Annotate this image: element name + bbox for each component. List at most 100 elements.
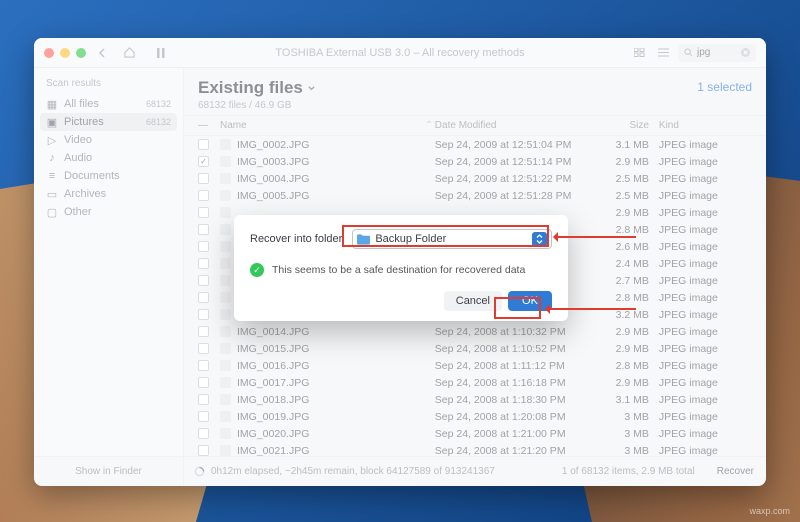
- row-checkbox[interactable]: [198, 309, 209, 320]
- sidebar-heading: Scan results: [40, 76, 177, 95]
- row-checkbox[interactable]: [198, 292, 209, 303]
- file-kind: JPEG image: [659, 343, 752, 355]
- archive-icon: ▭: [46, 188, 58, 200]
- row-checkbox[interactable]: [198, 445, 209, 456]
- table-row[interactable]: IMG_0005.JPG Sep 24, 2009 at 12:51:28 PM…: [184, 187, 766, 204]
- sidebar-item-all-files[interactable]: ▦ All files 68132: [40, 95, 177, 113]
- dialog-label: Recover into folder: [250, 233, 342, 245]
- file-size: 2.6 MB: [584, 241, 659, 253]
- search-input[interactable]: [697, 47, 737, 58]
- titlebar: TOSHIBA External USB 3.0 – All recovery …: [34, 38, 766, 68]
- file-size: 2.9 MB: [584, 377, 659, 389]
- row-checkbox[interactable]: ✓: [198, 156, 209, 167]
- column-name[interactable]: Name: [220, 120, 425, 131]
- row-checkbox[interactable]: [198, 360, 209, 371]
- sidebar-item-documents[interactable]: ≡ Documents: [40, 167, 177, 185]
- file-size: 2.9 MB: [584, 326, 659, 338]
- row-checkbox[interactable]: [198, 258, 209, 269]
- table-row[interactable]: IMG_0014.JPG Sep 24, 2008 at 1:10:32 PM …: [184, 323, 766, 340]
- row-checkbox[interactable]: [198, 207, 209, 218]
- search-field[interactable]: [678, 44, 756, 62]
- file-size: 3 MB: [584, 411, 659, 423]
- file-kind: JPEG image: [659, 156, 752, 168]
- file-date: Sep 24, 2008 at 1:11:12 PM: [435, 360, 584, 372]
- row-checkbox[interactable]: [198, 275, 209, 286]
- table-row[interactable]: IMG_0020.JPG Sep 24, 2008 at 1:21:00 PM …: [184, 425, 766, 442]
- sidebar-item-other[interactable]: ▢ Other: [40, 203, 177, 221]
- row-checkbox[interactable]: [198, 411, 209, 422]
- file-size: 2.8 MB: [584, 292, 659, 304]
- file-size: 2.4 MB: [584, 258, 659, 270]
- sidebar-item-audio[interactable]: ♪ Audio: [40, 149, 177, 167]
- back-button[interactable]: [94, 44, 112, 62]
- table-row[interactable]: IMG_0015.JPG Sep 24, 2008 at 1:10:52 PM …: [184, 340, 766, 357]
- row-checkbox[interactable]: [198, 326, 209, 337]
- list-view-icon[interactable]: [654, 44, 672, 62]
- ok-button[interactable]: OK: [508, 291, 552, 311]
- file-icon: [220, 275, 231, 286]
- row-checkbox[interactable]: [198, 428, 209, 439]
- file-name: IMG_0002.JPG: [237, 139, 309, 151]
- file-kind: JPEG image: [659, 428, 752, 440]
- column-date[interactable]: Date Modified: [435, 120, 584, 131]
- row-checkbox[interactable]: [198, 224, 209, 235]
- page-title[interactable]: Existing files: [198, 78, 316, 98]
- close-window-button[interactable]: [44, 48, 54, 58]
- row-checkbox[interactable]: [198, 377, 209, 388]
- file-icon: [220, 309, 231, 320]
- file-name: IMG_0016.JPG: [237, 360, 309, 372]
- sidebar-item-pictures[interactable]: ▣ Pictures 68132: [40, 113, 177, 131]
- folder-select[interactable]: Backup Folder: [352, 229, 552, 249]
- row-checkbox[interactable]: [198, 139, 209, 150]
- recover-dialog: Recover into folder Backup Folder ✓ This…: [234, 215, 568, 321]
- column-size[interactable]: Size: [584, 120, 659, 131]
- row-checkbox[interactable]: [198, 394, 209, 405]
- table-row[interactable]: IMG_0018.JPG Sep 24, 2008 at 1:18:30 PM …: [184, 391, 766, 408]
- footer: Show in Finder 0h12m elapsed, ~2h45m rem…: [34, 456, 766, 486]
- file-date: Sep 24, 2009 at 12:51:14 PM: [435, 156, 584, 168]
- clear-search-icon[interactable]: [741, 48, 750, 57]
- file-size: 3.1 MB: [584, 394, 659, 406]
- column-kind[interactable]: Kind: [659, 120, 752, 131]
- cancel-button[interactable]: Cancel: [444, 291, 502, 311]
- file-date: Sep 24, 2009 at 12:51:04 PM: [435, 139, 584, 151]
- file-icon: [220, 360, 231, 371]
- pause-icon[interactable]: [152, 44, 170, 62]
- table-row[interactable]: IMG_0002.JPG Sep 24, 2009 at 12:51:04 PM…: [184, 136, 766, 153]
- sidebar-item-video[interactable]: ▷ Video: [40, 131, 177, 149]
- maximize-window-button[interactable]: [76, 48, 86, 58]
- selection-count: 1 selected: [697, 78, 752, 94]
- row-checkbox[interactable]: [198, 190, 209, 201]
- grid-icon: ▦: [46, 98, 58, 110]
- sidebar-item-archives[interactable]: ▭ Archives: [40, 185, 177, 203]
- sidebar-item-label: Archives: [64, 188, 106, 200]
- home-icon[interactable]: [120, 44, 138, 62]
- sidebar-item-label: Pictures: [64, 116, 104, 128]
- selected-folder-name: Backup Folder: [375, 233, 527, 245]
- table-row[interactable]: IMG_0016.JPG Sep 24, 2008 at 1:11:12 PM …: [184, 357, 766, 374]
- table-row[interactable]: IMG_0021.JPG Sep 24, 2008 at 1:21:20 PM …: [184, 442, 766, 456]
- table-row[interactable]: IMG_0004.JPG Sep 24, 2009 at 12:51:22 PM…: [184, 170, 766, 187]
- recover-button[interactable]: Recover: [705, 466, 766, 477]
- folder-select-arrows-icon[interactable]: [532, 232, 547, 247]
- sidebar-item-label: Video: [64, 134, 92, 146]
- sidebar-item-label: Audio: [64, 152, 92, 164]
- file-size: 2.9 MB: [584, 207, 659, 219]
- file-size: 2.5 MB: [584, 173, 659, 185]
- table-row[interactable]: ✓ IMG_0003.JPG Sep 24, 2009 at 12:51:14 …: [184, 153, 766, 170]
- row-checkbox[interactable]: [198, 241, 209, 252]
- column-checkbox[interactable]: —: [198, 120, 220, 131]
- file-name: IMG_0004.JPG: [237, 173, 309, 185]
- file-size: 2.8 MB: [584, 360, 659, 372]
- sidebar-item-label: All files: [64, 98, 99, 110]
- table-row[interactable]: IMG_0017.JPG Sep 24, 2008 at 1:16:18 PM …: [184, 374, 766, 391]
- file-date: Sep 24, 2009 at 12:51:28 PM: [435, 190, 584, 202]
- grid-view-icon[interactable]: [630, 44, 648, 62]
- show-in-finder-button[interactable]: Show in Finder: [34, 457, 184, 486]
- table-row[interactable]: IMG_0019.JPG Sep 24, 2008 at 1:20:08 PM …: [184, 408, 766, 425]
- minimize-window-button[interactable]: [60, 48, 70, 58]
- safe-check-icon: ✓: [250, 263, 264, 277]
- row-checkbox[interactable]: [198, 343, 209, 354]
- row-checkbox[interactable]: [198, 173, 209, 184]
- column-headers: — Name ⌃ Date Modified Size Kind: [184, 116, 766, 136]
